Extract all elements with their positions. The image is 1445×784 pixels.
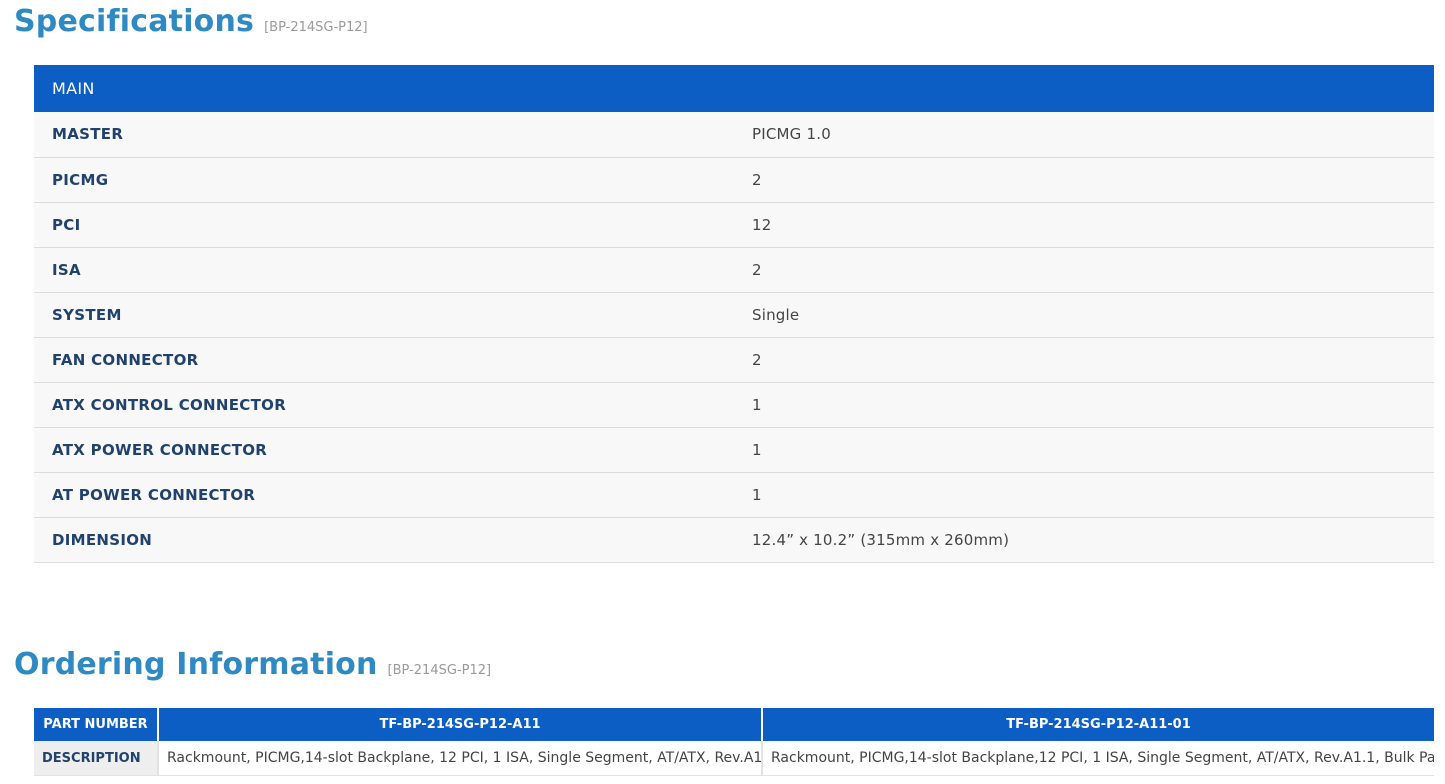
- description-cell: Rackmount, PICMG,14-slot Backplane, 12 P…: [157, 741, 762, 776]
- spec-label: ATX POWER CONNECTOR: [34, 427, 734, 473]
- ordering-header-row: PART NUMBER TF-BP-214SG-P12-A11 TF-BP-21…: [34, 708, 1434, 741]
- specifications-table-body: MASTER PICMG 1.0 PICMG 2 PCI 12 ISA 2 SY…: [34, 112, 1434, 563]
- spec-value: Single: [734, 292, 1434, 338]
- spec-label: DIMENSION: [34, 517, 734, 563]
- specifications-title: Specifications: [14, 4, 255, 39]
- specifications-heading: Specifications [BP-214SG-P12]: [14, 4, 368, 39]
- spec-value: 12.4” x 10.2” (315mm x 260mm): [734, 517, 1434, 563]
- table-row: PCI 12: [34, 202, 1434, 248]
- spec-label: ATX CONTROL CONNECTOR: [34, 382, 734, 428]
- spec-value: 2: [734, 247, 1434, 293]
- table-row: ISA 2: [34, 247, 1434, 293]
- description-header: DESCRIPTION: [34, 741, 158, 776]
- part-number-cell: TF-BP-214SG-P12-A11-01: [761, 708, 1434, 741]
- table-row: DIMENSION 12.4” x 10.2” (315mm x 260mm): [34, 517, 1434, 563]
- spec-label: SYSTEM: [34, 292, 734, 338]
- specifications-table: MAIN MASTER PICMG 1.0 PICMG 2 PCI 12 ISA…: [34, 65, 1434, 563]
- table-row: MASTER PICMG 1.0: [34, 112, 1434, 158]
- spec-group-header: MAIN: [52, 79, 95, 98]
- page: Specifications [BP-214SG-P12] MAIN MASTE…: [0, 0, 1445, 784]
- table-row: FAN CONNECTOR 2: [34, 337, 1434, 383]
- table-row: ATX POWER CONNECTOR 1: [34, 427, 1434, 473]
- specifications-model-code: [BP-214SG-P12]: [264, 20, 368, 35]
- table-row: PICMG 2: [34, 157, 1434, 203]
- ordering-title: Ordering Information: [14, 647, 378, 682]
- spec-value: PICMG 1.0: [734, 112, 1434, 158]
- ordering-table: PART NUMBER TF-BP-214SG-P12-A11 TF-BP-21…: [34, 708, 1434, 776]
- spec-value: 1: [734, 382, 1434, 428]
- spec-group-header-row: MAIN: [34, 65, 1434, 112]
- spec-value: 2: [734, 337, 1434, 383]
- spec-value: 2: [734, 157, 1434, 203]
- spec-label: PICMG: [34, 157, 734, 203]
- ordering-heading: Ordering Information [BP-214SG-P12]: [14, 647, 491, 682]
- table-row: AT POWER CONNECTOR 1: [34, 472, 1434, 518]
- part-number-cell: TF-BP-214SG-P12-A11: [157, 708, 762, 741]
- spec-value: 1: [734, 427, 1434, 473]
- description-row: DESCRIPTION Rackmount, PICMG,14-slot Bac…: [34, 741, 1434, 776]
- spec-value: 12: [734, 202, 1434, 248]
- spec-label: FAN CONNECTOR: [34, 337, 734, 383]
- description-cell: Rackmount, PICMG,14-slot Backplane,12 PC…: [761, 741, 1434, 776]
- table-row: SYSTEM Single: [34, 292, 1434, 338]
- ordering-model-code: [BP-214SG-P12]: [387, 663, 492, 678]
- spec-label: AT POWER CONNECTOR: [34, 472, 734, 518]
- spec-label: MASTER: [34, 112, 734, 158]
- spec-label: PCI: [34, 202, 734, 248]
- spec-label: ISA: [34, 247, 734, 293]
- spec-value: 1: [734, 472, 1434, 518]
- part-number-header: PART NUMBER: [34, 708, 158, 741]
- table-row: ATX CONTROL CONNECTOR 1: [34, 382, 1434, 428]
